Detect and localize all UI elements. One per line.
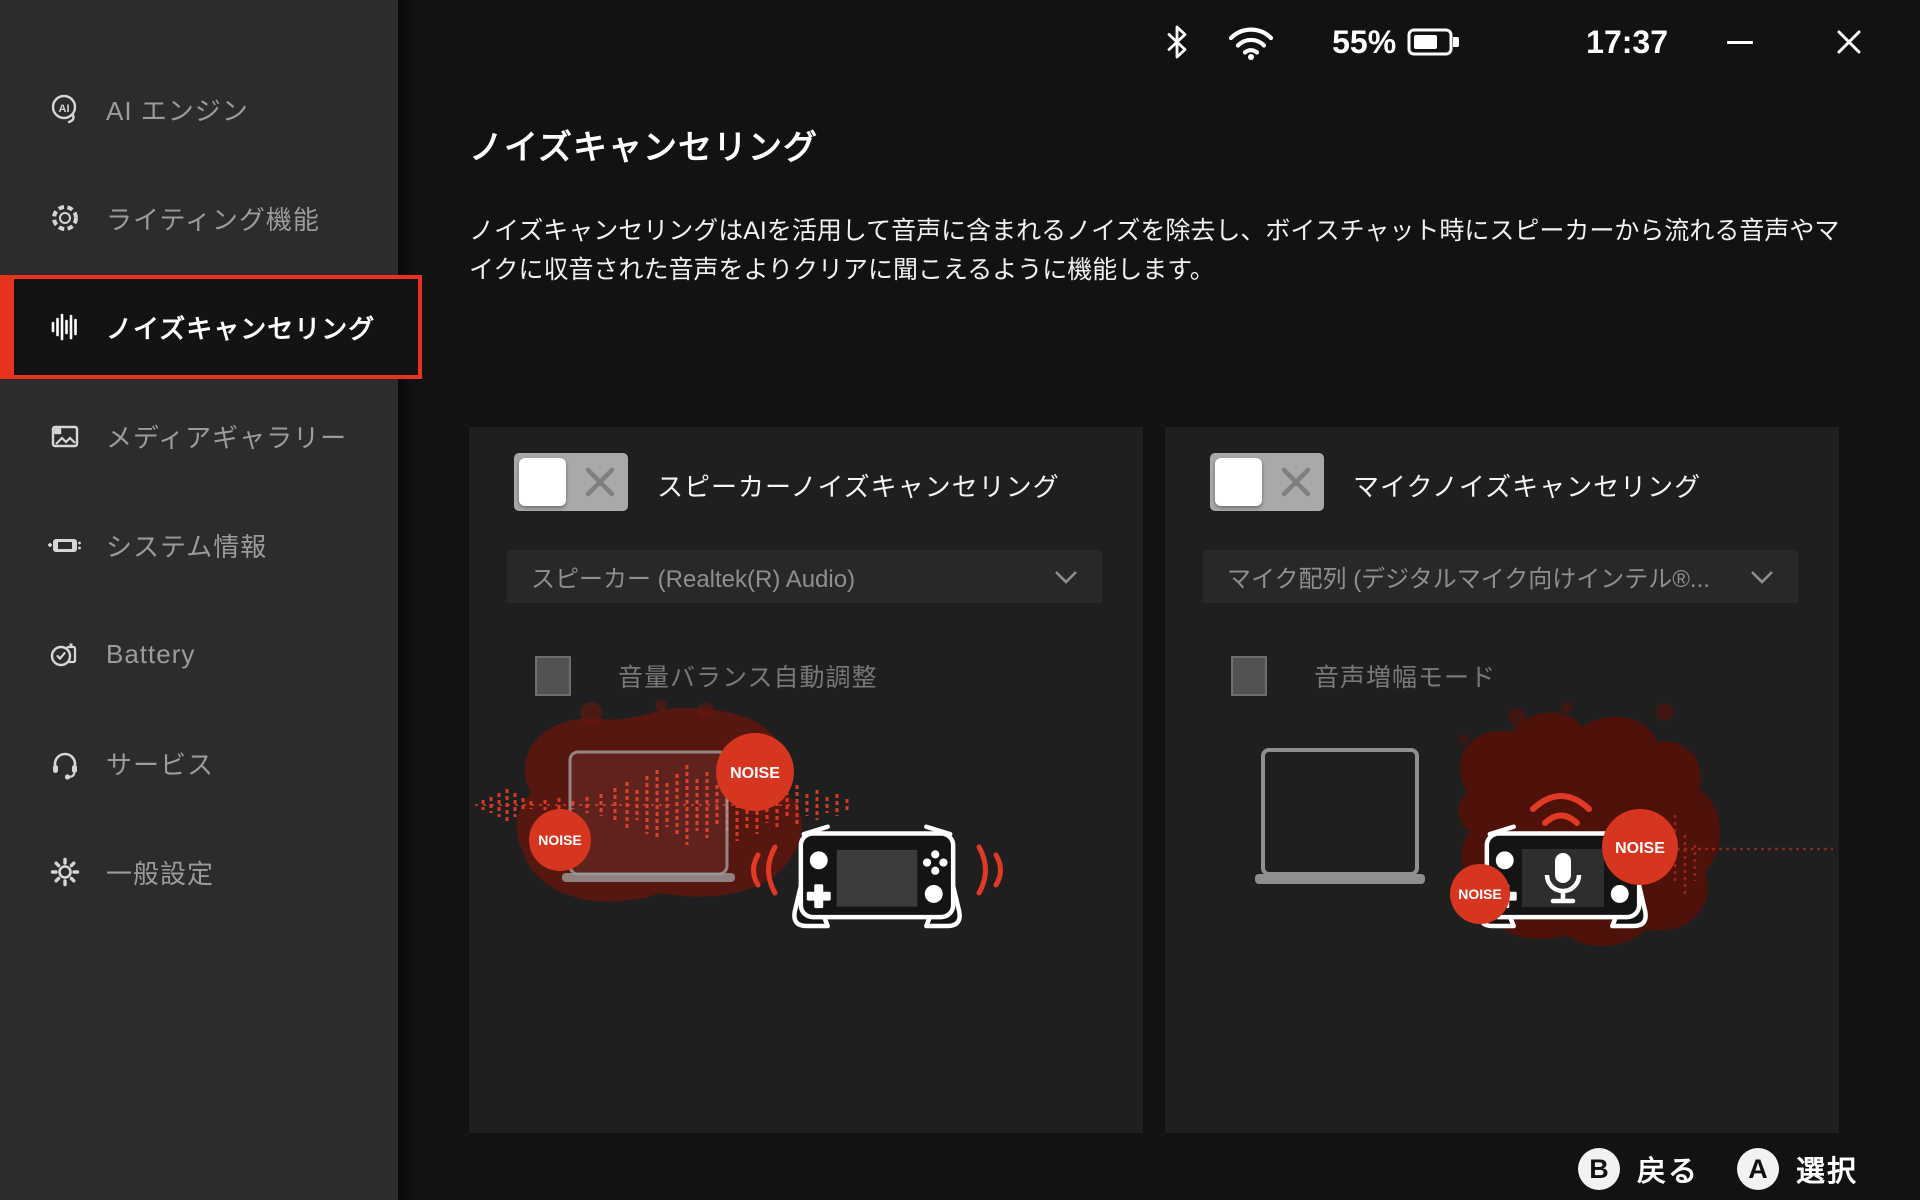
toggle-knob	[1215, 458, 1262, 506]
speaker-nc-title: スピーカーノイズキャンセリング	[657, 472, 1060, 502]
toggle-knob	[519, 458, 566, 506]
mic-nc-toggle[interactable]	[1210, 453, 1324, 511]
bluetooth-icon	[1167, 25, 1187, 59]
status-bar: 55% 17:37	[398, 0, 1920, 84]
mic-noise-cancel-panel: マイクノイズキャンセリング マイク配列 (デジタルマイク向けインテル®... 音…	[1165, 427, 1839, 1133]
sidebar-item-media-gallery[interactable]: メディアギャラリー	[0, 384, 398, 488]
minimize-icon	[1727, 40, 1753, 44]
wifi-icon	[1229, 27, 1274, 60]
mic-nc-title: マイクノイズキャンセリング	[1353, 472, 1702, 502]
battery-clock-icon	[50, 643, 77, 667]
auto-volume-balance-label: 音量バランス自動調整	[618, 664, 878, 692]
gear-icon	[50, 857, 80, 887]
hint-back-label: 戻る	[1636, 1156, 1699, 1188]
svg-text:NOISE: NOISE	[730, 765, 780, 782]
speaker-nc-toggle[interactable]	[514, 453, 628, 511]
sidebar-item-label: メディアギャラリー	[106, 422, 348, 453]
sidebar-item-label: 一般設定	[106, 858, 215, 889]
armoury-crate-window: AI AI エンジン ライティング機能 ノイズキャンセリング メディアギャラリー…	[0, 0, 1920, 1200]
sidebar-item-ai-engine[interactable]: AI AI エンジン	[0, 57, 398, 161]
gamepad-hints: B 戻る A 選択	[1540, 1148, 1858, 1190]
sidebar-item-label: ノイズキャンセリング	[106, 313, 376, 344]
sidebar-item-label: システム情報	[106, 531, 268, 562]
sidebar-item-label: サービス	[106, 749, 215, 780]
sidebar-item-system-info[interactable]: システム情報	[0, 493, 398, 597]
speaker-device-value: スピーカー (Realtek(R) Audio)	[531, 566, 856, 593]
headset-icon	[53, 752, 77, 780]
sidebar: AI AI エンジン ライティング機能 ノイズキャンセリング メディアギャラリー…	[0, 0, 422, 1200]
voice-boost-label: 音声増幅モード	[1314, 664, 1497, 692]
sidebar-item-noise-cancelling[interactable]: ノイズキャンセリング	[0, 275, 422, 379]
svg-text:NOISE: NOISE	[538, 832, 582, 848]
close-button[interactable]	[1836, 29, 1862, 55]
mic-device-value: マイク配列 (デジタルマイク向けインテル®...	[1227, 566, 1710, 593]
mic-noise-illustration: NOISE NOISE	[1255, 701, 1833, 947]
lighting-ring-icon	[52, 205, 78, 231]
sidebar-item-service[interactable]: サービス	[0, 711, 398, 815]
toggle-off-x-icon	[585, 467, 615, 497]
battery-icon	[1407, 28, 1460, 56]
page-description: ノイズキャンセリングはAIを活用して音声に含まれるノイズを除去し、ボイスチャット…	[469, 217, 1840, 284]
minimize-button[interactable]	[1727, 27, 1753, 57]
speaker-device-select[interactable]: スピーカー (Realtek(R) Audio)	[507, 550, 1102, 603]
hint-back: B 戻る	[1577, 1148, 1699, 1190]
handheld-console-icon	[48, 539, 81, 552]
mic-device-select[interactable]: マイク配列 (デジタルマイク向けインテル®...	[1203, 550, 1798, 603]
gamepad-b-button-icon: B	[1577, 1148, 1620, 1190]
audio-waveform-icon	[51, 313, 77, 341]
svg-text:AI: AI	[59, 103, 70, 115]
clock: 17:37	[1586, 23, 1668, 60]
auto-volume-balance-checkbox[interactable]	[535, 656, 571, 696]
sidebar-item-battery[interactable]: Battery	[0, 602, 398, 706]
svg-text:NOISE: NOISE	[1615, 840, 1665, 857]
speaker-noise-cancel-panel: スピーカーノイズキャンセリング スピーカー (Realtek(R) Audio)…	[469, 427, 1143, 1133]
sidebar-item-label: AI エンジン	[106, 95, 249, 126]
voice-boost-checkbox[interactable]	[1231, 656, 1267, 696]
hint-select: A 選択	[1736, 1148, 1858, 1190]
sidebar-item-label: Battery	[106, 638, 196, 669]
chevron-down-icon	[1751, 570, 1773, 584]
gamepad-a-button-icon: A	[1736, 1148, 1779, 1190]
sidebar-item-label: ライティング機能	[106, 204, 320, 235]
svg-text:NOISE: NOISE	[1458, 886, 1502, 902]
battery-percent: 55%	[1332, 23, 1397, 60]
toggle-off-x-icon	[1281, 467, 1311, 497]
chevron-down-icon	[1055, 570, 1077, 584]
speaker-noise-illustration: NOISE NOISE	[475, 700, 1003, 957]
page-title: ノイズキャンセリング	[469, 129, 818, 167]
sidebar-item-general-settings[interactable]: 一般設定	[0, 820, 398, 924]
hint-select-label: 選択	[1795, 1156, 1858, 1188]
sidebar-item-lighting[interactable]: ライティング機能	[0, 166, 398, 270]
ai-chat-icon: AI	[51, 94, 77, 124]
media-gallery-icon	[51, 425, 79, 448]
sidebar-shadow	[398, 0, 414, 1200]
